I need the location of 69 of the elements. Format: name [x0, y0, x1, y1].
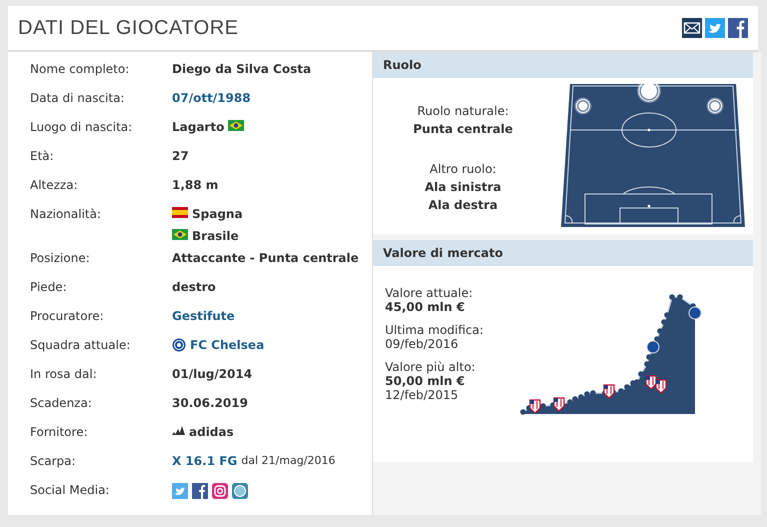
field-label: Scadenza:	[30, 396, 93, 412]
value-point	[638, 371, 644, 377]
since-date: dal 21/mag/2016	[241, 454, 336, 467]
club-crest	[603, 384, 615, 399]
panel-header: Ruolo	[373, 52, 753, 78]
value-point	[669, 294, 675, 300]
value-point	[654, 336, 660, 342]
value-link[interactable]: 07/ott/1988	[172, 91, 251, 105]
role-label: Altro ruolo:	[430, 162, 496, 176]
field-value: Lagarto	[172, 120, 224, 134]
mail-icon[interactable]	[682, 18, 702, 38]
field-value: 30.06.2019	[172, 396, 248, 410]
field-label: Età:	[30, 149, 55, 165]
field-label: Procuratore:	[30, 309, 105, 325]
other-role: Ala destra	[428, 198, 498, 212]
field-label: Fornitore:	[30, 425, 89, 441]
field-label: Data di nascita:	[30, 91, 126, 107]
natural-role: Punta centrale	[413, 122, 513, 136]
field-value: Spagna	[192, 207, 243, 221]
facebook-icon[interactable]	[192, 483, 208, 499]
panel-header: Valore di mercato	[373, 240, 753, 266]
flag-icon	[172, 207, 188, 218]
current-value: 45,00 mln €	[385, 300, 466, 314]
value-label: Valore più alto:	[385, 360, 476, 374]
value-point	[657, 328, 663, 334]
globe-icon[interactable]	[232, 483, 248, 499]
field-label: Piede:	[30, 280, 68, 296]
club-crest	[646, 340, 660, 354]
position-marker	[706, 98, 724, 114]
field-value: 27	[172, 149, 189, 163]
flag-icon	[172, 229, 188, 240]
club-crest	[688, 306, 702, 320]
value-label: Valore attuale:	[385, 286, 474, 300]
field-label: Posizione:	[30, 251, 91, 267]
value-point	[677, 294, 683, 300]
field-label: In rosa dal:	[30, 367, 98, 383]
section-title: DATI DEL GIOCATORE	[18, 16, 239, 40]
field-label: Social Media:	[30, 483, 110, 499]
value-point	[540, 403, 546, 409]
field-label: Scarpa:	[30, 454, 77, 470]
instagram-icon[interactable]	[212, 483, 228, 499]
value-label: Ultima modifica:	[385, 323, 485, 337]
highest-value: 50,00 mln €	[385, 374, 466, 388]
field-label: Nome completo:	[30, 62, 130, 78]
highest-date: 12/feb/2015	[385, 388, 460, 402]
position-marker	[637, 82, 661, 103]
other-role: Ala sinistra	[424, 180, 502, 194]
value-link[interactable]: FC Chelsea	[190, 338, 264, 352]
field-value: Attaccante - Punta centrale	[172, 251, 359, 265]
value-link[interactable]: Gestifute	[172, 309, 235, 323]
change-date: 09/feb/2016	[385, 337, 460, 351]
value-link[interactable]: X 16.1 FG	[172, 454, 238, 468]
field-label: Luogo di nascita:	[30, 120, 134, 136]
field-label: Squadra attuale:	[30, 338, 132, 354]
club-crest	[529, 399, 541, 414]
flag-icon	[228, 120, 244, 131]
field-label: Altezza:	[30, 178, 79, 194]
field-value: 1,88 m	[172, 178, 218, 192]
field-label: Nazionalità:	[30, 207, 102, 223]
field-value: Brasile	[192, 229, 239, 243]
club-crest	[553, 397, 565, 412]
field-value: Diego da Silva Costa	[172, 62, 312, 76]
field-value: 01/lug/2014	[172, 367, 252, 381]
field-value: adidas	[189, 425, 234, 439]
position-marker	[574, 98, 592, 114]
club-crest	[655, 379, 667, 394]
role-label: Ruolo naturale:	[417, 104, 509, 118]
facebook-icon[interactable]	[728, 18, 748, 38]
field-value: destro	[172, 280, 216, 294]
